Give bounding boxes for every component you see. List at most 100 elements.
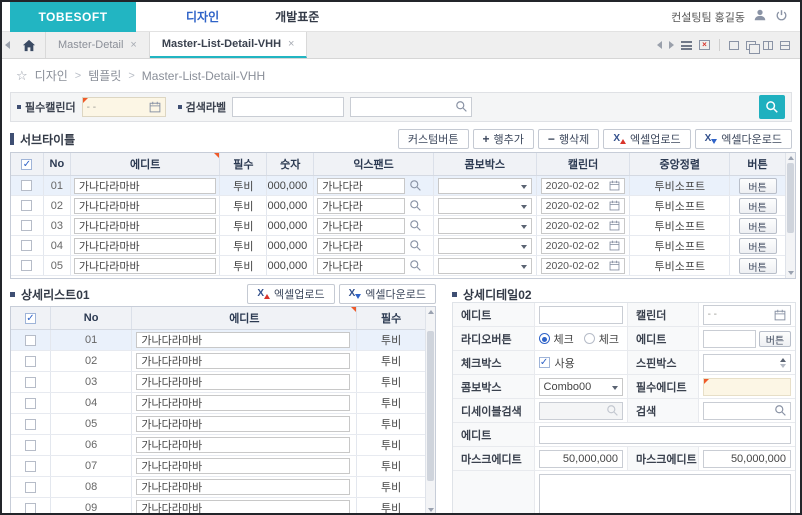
col-edit[interactable]: 에디트 [71,153,221,175]
col-expand[interactable]: 익스팬드 [314,153,434,175]
expand-search-icon[interactable] [409,259,422,272]
search-icon[interactable] [455,100,468,113]
combo-cell[interactable] [438,218,532,234]
edit-cell-input[interactable] [136,479,350,495]
scroll-down-icon[interactable] [788,271,794,275]
edit-cell-input[interactable] [74,218,217,234]
detail-list-scrollbar[interactable] [425,307,435,515]
calendar-cell[interactable]: 2020-02-02 [541,218,626,234]
table-row[interactable]: 06투비 [11,435,425,456]
search-button[interactable] [759,95,785,119]
calendar-cell[interactable]: 2020-02-02 [541,258,626,274]
edit-cell-input[interactable] [74,258,217,274]
col-edit[interactable]: 에디트 [132,307,357,329]
excel-upload-button[interactable]: X엑셀업로드 [603,129,690,149]
row-checkbox[interactable] [25,377,36,388]
col-calendar[interactable]: 캘린더 [537,153,631,175]
scroll-down-icon[interactable] [428,508,434,512]
calendar-icon[interactable] [774,309,786,321]
custom-button[interactable]: 커스텀버튼 [398,129,469,149]
table-row[interactable]: 03투비 [11,372,425,393]
row-checkbox[interactable] [25,503,36,514]
edit-field-wide[interactable] [539,426,791,444]
favorite-star-icon[interactable]: ☆ [16,68,28,84]
edit-cell-input[interactable] [74,198,217,214]
search-icon[interactable] [774,404,787,417]
calendar-field[interactable]: - - [703,305,791,325]
row-button[interactable]: 버튼 [739,218,777,234]
row-checkbox[interactable] [21,260,32,271]
excel-download-button[interactable]: X엑셀다운로드 [695,129,792,149]
row-button[interactable]: 버튼 [739,238,777,254]
expand-cell-input[interactable] [317,178,405,194]
select-all-checkbox[interactable]: ✓ [21,159,32,170]
edit-field[interactable] [539,306,623,324]
row-checkbox[interactable] [25,482,36,493]
row-checkbox[interactable] [25,461,36,472]
edit-cell-input[interactable] [136,437,350,453]
excel-upload-button[interactable]: X엑셀업로드 [247,284,334,304]
tab-close-icon[interactable]: × [130,39,136,51]
scrollbar-thumb[interactable] [427,331,434,481]
search-lookup-input[interactable] [350,97,472,117]
mask-edit-field[interactable] [703,450,791,468]
edit-cell-input[interactable] [136,332,350,348]
expand-search-icon[interactable] [409,199,422,212]
scroll-up-icon[interactable] [428,310,434,314]
combo-cell[interactable] [438,178,532,194]
edit-cell-input[interactable] [136,458,350,474]
expand-cell-input[interactable] [317,258,405,274]
calendar-icon[interactable] [149,101,161,113]
scrollbar-thumb[interactable] [787,163,794,233]
required-edit-field[interactable] [703,378,791,396]
table-row[interactable]: 01투비1,000,0002020-02-02투비소프트버튼 [11,176,785,196]
main-grid-scrollbar[interactable] [785,153,795,278]
breadcrumb-item[interactable]: 템플릿 [88,67,121,84]
nav-dev-standard[interactable]: 개발표준 [247,2,347,32]
calendar-cell[interactable]: 2020-02-02 [541,178,626,194]
checkbox[interactable]: ✓ [539,357,550,368]
excel-download-button[interactable]: X엑셀다운로드 [339,284,436,304]
window-maximize-icon[interactable] [729,41,739,50]
table-row[interactable]: 08투비 [11,477,425,498]
calendar-cell[interactable]: 2020-02-02 [541,198,626,214]
expand-cell-input[interactable] [317,198,405,214]
table-row[interactable]: 04투비1,000,0002020-02-02투비소프트버튼 [11,236,785,256]
col-combo[interactable]: 콤보박스 [434,153,537,175]
table-row[interactable]: 05투비 [11,414,425,435]
window-split-vertical-icon[interactable] [763,41,773,50]
user-icon[interactable] [753,8,767,25]
tab-master-list-detail-vhh[interactable]: Master-List-Detail-VHH × [150,32,308,58]
spin-up-icon[interactable] [780,358,786,362]
delete-row-button[interactable]: −행삭제 [538,129,599,149]
edit-cell-input[interactable] [136,500,350,515]
edit-cell-input[interactable] [136,353,350,369]
col-no[interactable]: No [44,153,71,175]
row-checkbox[interactable] [21,180,32,191]
table-row[interactable]: 02투비 [11,351,425,372]
table-row[interactable]: 03투비1,000,0002020-02-02투비소프트버튼 [11,216,785,236]
tab-next-icon[interactable] [669,41,674,49]
row-button[interactable]: 버튼 [739,258,777,274]
scroll-up-icon[interactable] [788,156,794,160]
row-checkbox[interactable] [25,335,36,346]
radio-option-checked[interactable]: 체크 [539,331,574,347]
edit-cell-input[interactable] [136,395,350,411]
row-checkbox[interactable] [21,220,32,231]
col-no[interactable]: No [51,307,133,329]
spin-down-icon[interactable] [780,364,786,368]
edit-cell-input[interactable] [136,374,350,390]
row-checkbox[interactable] [21,240,32,251]
col-center-align[interactable]: 중앙정렬 [630,153,730,175]
window-cascade-icon[interactable] [746,41,756,50]
textbox-field[interactable] [539,474,791,515]
breadcrumb-item[interactable]: 디자인 [35,67,68,84]
tab-master-detail[interactable]: Master-Detail × [46,32,150,58]
col-required[interactable]: 필수 [357,307,425,329]
expand-cell-input[interactable] [317,218,405,234]
row-checkbox[interactable] [21,200,32,211]
row-checkbox[interactable] [25,398,36,409]
tab-prev-icon[interactable] [657,41,662,49]
table-row[interactable]: 01투비 [11,330,425,351]
row-checkbox[interactable] [25,440,36,451]
